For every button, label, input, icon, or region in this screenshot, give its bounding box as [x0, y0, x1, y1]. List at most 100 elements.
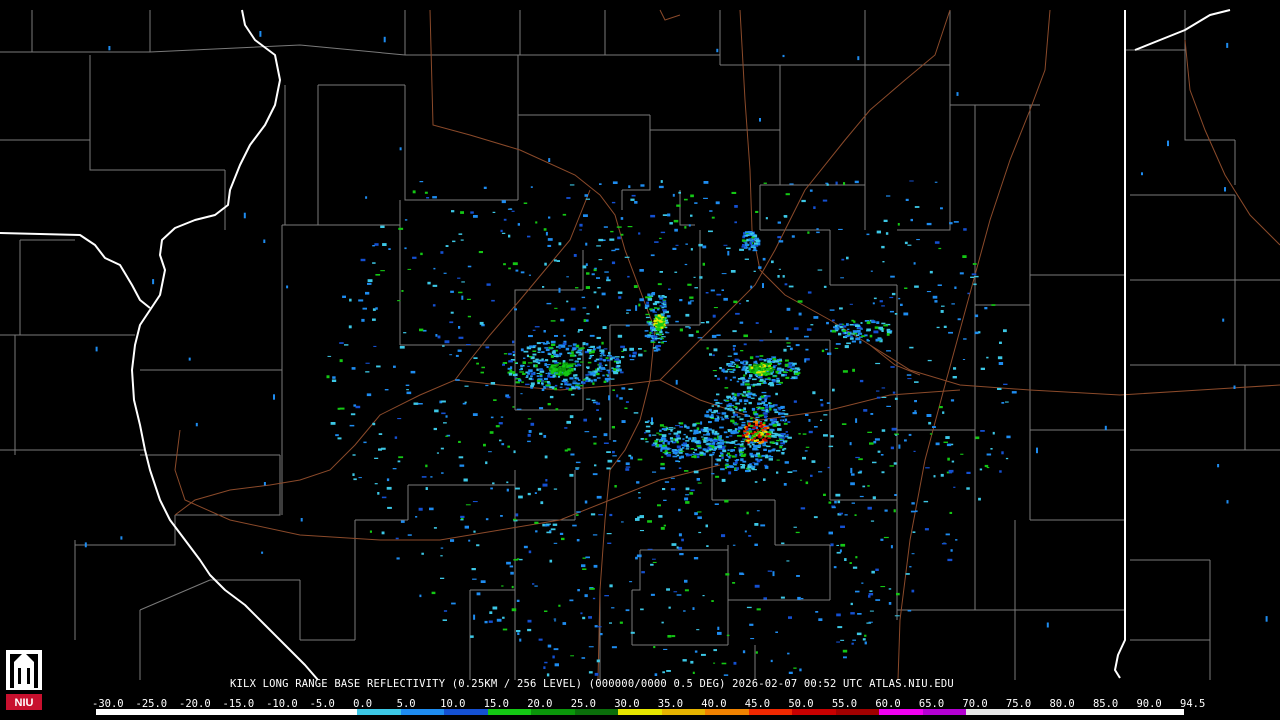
echo-pixel	[943, 441, 948, 443]
echo-pixel	[732, 544, 736, 546]
echo-pixel	[733, 352, 738, 355]
echo-pixel	[725, 441, 729, 444]
echo-pixel	[843, 182, 846, 185]
echo-pixel	[490, 416, 494, 419]
echo-pixel	[731, 191, 737, 194]
echo-pixel	[767, 437, 771, 439]
echo-pixel	[771, 260, 774, 264]
echo-pixel	[629, 347, 634, 351]
echo-pixel	[523, 350, 529, 353]
echo-pixel	[746, 420, 750, 423]
echo-pixel	[443, 422, 447, 424]
echo-pixel	[849, 337, 854, 340]
echo-pixel	[784, 373, 787, 377]
echo-pixel	[541, 388, 545, 391]
echo-pixel	[621, 521, 624, 523]
echo-pixel	[874, 438, 880, 441]
echo-pixel	[768, 455, 772, 457]
color-scale-segment	[835, 709, 880, 715]
echo-pixel	[650, 563, 654, 566]
echo-pixel	[639, 530, 644, 532]
echo-pixel	[648, 321, 653, 323]
echo-pixel	[778, 268, 781, 270]
echo-pixel	[484, 620, 488, 624]
echo-pixel	[912, 531, 916, 533]
echo-pixel	[850, 612, 855, 615]
echo-pixel	[934, 241, 940, 244]
echo-pixel	[834, 326, 839, 330]
echo-pixel	[783, 371, 788, 373]
echo-pixel	[596, 377, 601, 379]
echo-pixel	[577, 363, 580, 367]
echo-pixel	[527, 418, 532, 420]
echo-pixel	[734, 462, 737, 464]
echo-pixel	[595, 372, 600, 376]
echo-pixel	[570, 655, 574, 657]
echo-pixel	[511, 608, 517, 612]
echo-pixel	[696, 330, 699, 333]
echo-pixel	[676, 204, 681, 207]
echo-pixel	[625, 324, 630, 327]
echo-pixel	[732, 330, 737, 333]
echo-pixel	[585, 263, 588, 266]
echo-pixel	[747, 422, 751, 425]
echo-pixel	[514, 377, 518, 379]
echo-pixel	[594, 267, 597, 270]
echo-pixel	[651, 443, 656, 447]
echo-pixel	[673, 427, 676, 429]
echo-pixel	[729, 369, 734, 371]
echo-pixel	[744, 530, 747, 533]
echo-pixel	[1001, 451, 1004, 455]
echo-pixel	[891, 292, 896, 296]
echo-pixel	[528, 369, 533, 373]
echo-pixel	[486, 283, 491, 286]
echo-pixel	[441, 472, 444, 474]
echo-pixel	[685, 501, 690, 504]
echo-pixel	[661, 434, 667, 438]
echo-pixel	[690, 248, 693, 251]
echo-pixel	[894, 397, 898, 400]
echo-pixel	[517, 223, 520, 226]
echo-pixel	[756, 432, 759, 435]
echo-pixel	[426, 197, 430, 199]
echo-pixel	[593, 564, 598, 568]
echo-pixel	[752, 434, 757, 437]
echo-pixel	[711, 473, 715, 475]
echo-pixel	[769, 330, 772, 333]
echo-pixel	[739, 303, 742, 305]
echo-pixel	[562, 342, 567, 346]
echo-pixel	[566, 366, 570, 368]
echo-pixel	[585, 342, 589, 346]
echo-pixel	[800, 507, 806, 510]
echo-pixel	[858, 458, 863, 461]
color-scale-segment	[1096, 709, 1141, 715]
color-scale-segment	[661, 709, 706, 715]
echo-pixel	[756, 608, 761, 611]
echo-pixel	[548, 158, 551, 162]
echo-pixel	[857, 327, 863, 329]
echo-pixel	[730, 270, 736, 273]
echo-pixel	[807, 231, 810, 234]
echo-pixel	[676, 445, 681, 449]
echo-pixel	[492, 211, 496, 213]
echo-pixel	[768, 449, 772, 453]
echo-pixel	[702, 448, 706, 451]
echo-pixel	[810, 474, 813, 477]
echo-pixel	[350, 413, 356, 416]
echo-pixel	[464, 525, 469, 529]
echo-pixel	[793, 667, 797, 669]
echo-pixel	[780, 437, 785, 439]
echo-pixel	[759, 355, 764, 357]
echo-pixel	[571, 363, 577, 365]
echo-pixel	[690, 214, 693, 217]
echo-pixel	[569, 364, 574, 368]
echo-pixel	[660, 467, 666, 470]
echo-pixel	[997, 387, 1002, 390]
echo-pixel	[374, 483, 378, 485]
echo-pixel	[659, 331, 663, 334]
echo-pixel	[188, 357, 191, 361]
echo-pixel	[854, 514, 857, 516]
echo-pixel	[868, 621, 873, 623]
echo-pixel	[751, 439, 754, 442]
echo-pixel	[890, 275, 895, 278]
